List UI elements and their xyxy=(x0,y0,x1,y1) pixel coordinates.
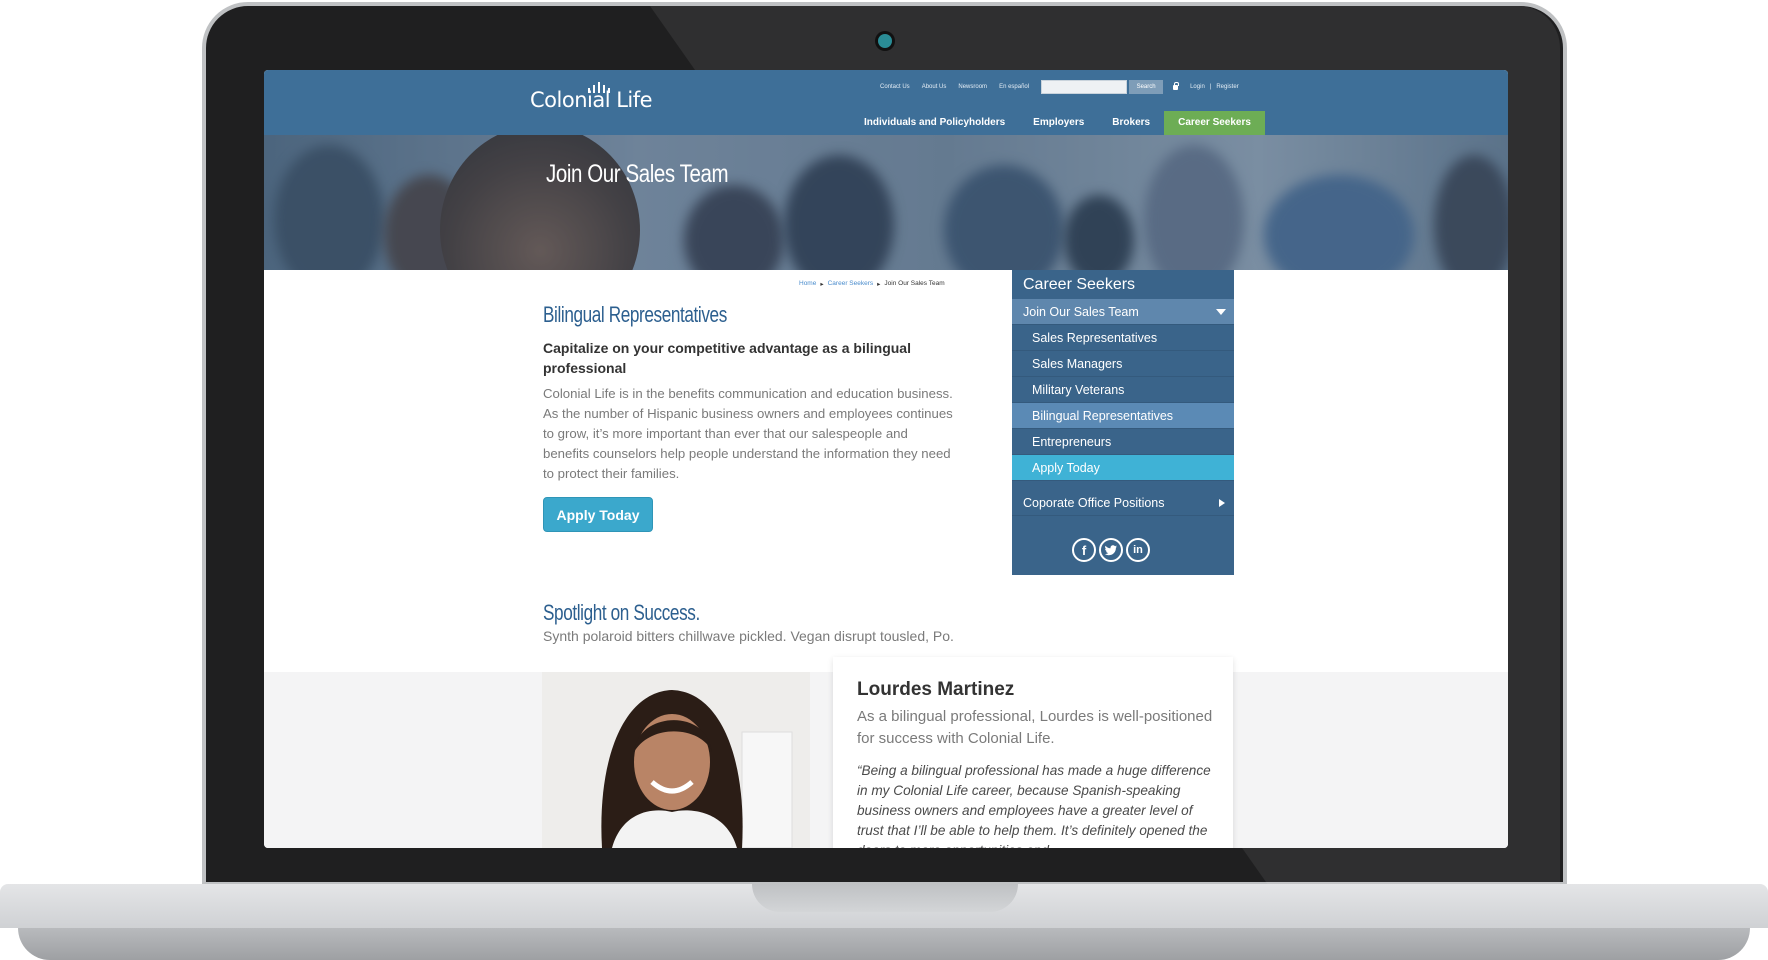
logo-burst-icon xyxy=(588,82,610,93)
breadcrumb-current: Join Our Sales Team xyxy=(884,280,945,287)
testimonial-card: Lourdes Martinez As a bilingual professi… xyxy=(833,657,1233,848)
portrait-image xyxy=(542,672,810,848)
page-title: Join Our Sales Team xyxy=(546,160,729,188)
laptop-notch xyxy=(752,884,1018,912)
utility-nav: Contact Us About Us Newsroom En español … xyxy=(880,79,1251,95)
lock-icon xyxy=(1173,81,1179,90)
sidebar-item-label: Coporate Office Positions xyxy=(1023,496,1165,510)
sidebar-title: Career Seekers xyxy=(1023,276,1136,293)
nav-individuals[interactable]: Individuals and Policyholders xyxy=(850,111,1019,135)
sidebar-item-military-veterans[interactable]: Military Veterans xyxy=(1012,377,1234,403)
apply-today-button[interactable]: Apply Today xyxy=(543,497,653,532)
sidebar-item-sales-representatives[interactable]: Sales Representatives xyxy=(1012,325,1234,351)
divider: | xyxy=(1209,84,1212,90)
colonial-life-logo[interactable]: Colonial Life xyxy=(530,82,653,112)
spotlight-heading: Spotlight on Success. xyxy=(543,600,700,625)
testimonial-description: As a bilingual professional, Lourdes is … xyxy=(857,708,1213,747)
chevron-right-icon xyxy=(1219,499,1225,507)
sidebar-item-corporate-positions[interactable]: Coporate Office Positions xyxy=(1012,490,1234,516)
main-nav: Individuals and Policyholders Employers … xyxy=(850,111,1265,135)
twitter-bird-shape xyxy=(1104,544,1117,555)
linkedin-icon[interactable]: in xyxy=(1126,538,1150,562)
facebook-icon[interactable]: f xyxy=(1072,538,1096,562)
utility-link-newsroom[interactable]: Newsroom xyxy=(958,84,987,90)
sidebar-item-bilingual-representatives[interactable]: Bilingual Representatives xyxy=(1012,403,1234,429)
laptop-base-bottom xyxy=(18,928,1750,960)
sidebar-item-apply-today[interactable]: Apply Today xyxy=(1012,455,1234,481)
breadcrumb: Home ▸ Career Seekers ▸ Join Our Sales T… xyxy=(799,280,945,288)
body-text: Colonial Life is in the benefits communi… xyxy=(543,386,953,481)
site-header: Colonial Life Contact Us About Us Newsro… xyxy=(264,70,1508,135)
sidebar-nav: Career Seekers Join Our Sales Team Sales… xyxy=(1012,270,1234,575)
sidebar-item-label: Join Our Sales Team xyxy=(1023,305,1139,319)
breadcrumb-separator-icon: ▸ xyxy=(877,281,881,288)
register-link[interactable]: Register xyxy=(1216,84,1238,90)
utility-link-espanol[interactable]: En español xyxy=(999,84,1029,90)
testimonial-quote: “Being a bilingual professional has made… xyxy=(857,763,1211,848)
chevron-down-icon xyxy=(1216,309,1226,315)
nav-brokers[interactable]: Brokers xyxy=(1098,111,1164,135)
sidebar-item-sales-managers[interactable]: Sales Managers xyxy=(1012,351,1234,377)
testimonial-photo xyxy=(542,672,810,848)
utility-link-contact[interactable]: Contact Us xyxy=(880,84,910,90)
search-button[interactable]: Search xyxy=(1129,80,1164,94)
nav-career-seekers[interactable]: Career Seekers xyxy=(1164,111,1265,135)
breadcrumb-career-seekers[interactable]: Career Seekers xyxy=(828,280,874,288)
search-input[interactable] xyxy=(1041,80,1128,94)
nav-employers[interactable]: Employers xyxy=(1019,111,1098,135)
breadcrumb-home[interactable]: Home xyxy=(799,280,816,288)
website-screen: Colonial Life Contact Us About Us Newsro… xyxy=(264,70,1508,848)
sidebar-item-join-sales-team[interactable]: Join Our Sales Team xyxy=(1012,299,1234,325)
login-link[interactable]: Login xyxy=(1190,84,1205,90)
hero-overlay xyxy=(264,135,1508,270)
spotlight-subtext: Synth polaroid bitters chillwave pickled… xyxy=(543,628,954,644)
hero-banner xyxy=(264,135,1508,270)
twitter-icon[interactable] xyxy=(1099,538,1123,562)
utility-link-about[interactable]: About Us xyxy=(922,84,947,90)
section-heading: Bilingual Representatives xyxy=(543,302,727,327)
webcam-icon xyxy=(878,34,892,48)
lead-text: Capitalize on your competitive advantage… xyxy=(543,340,911,376)
sidebar-item-entrepreneurs[interactable]: Entrepreneurs xyxy=(1012,429,1234,455)
breadcrumb-separator-icon: ▸ xyxy=(820,281,824,288)
testimonial-name: Lourdes Martinez xyxy=(857,679,1015,700)
